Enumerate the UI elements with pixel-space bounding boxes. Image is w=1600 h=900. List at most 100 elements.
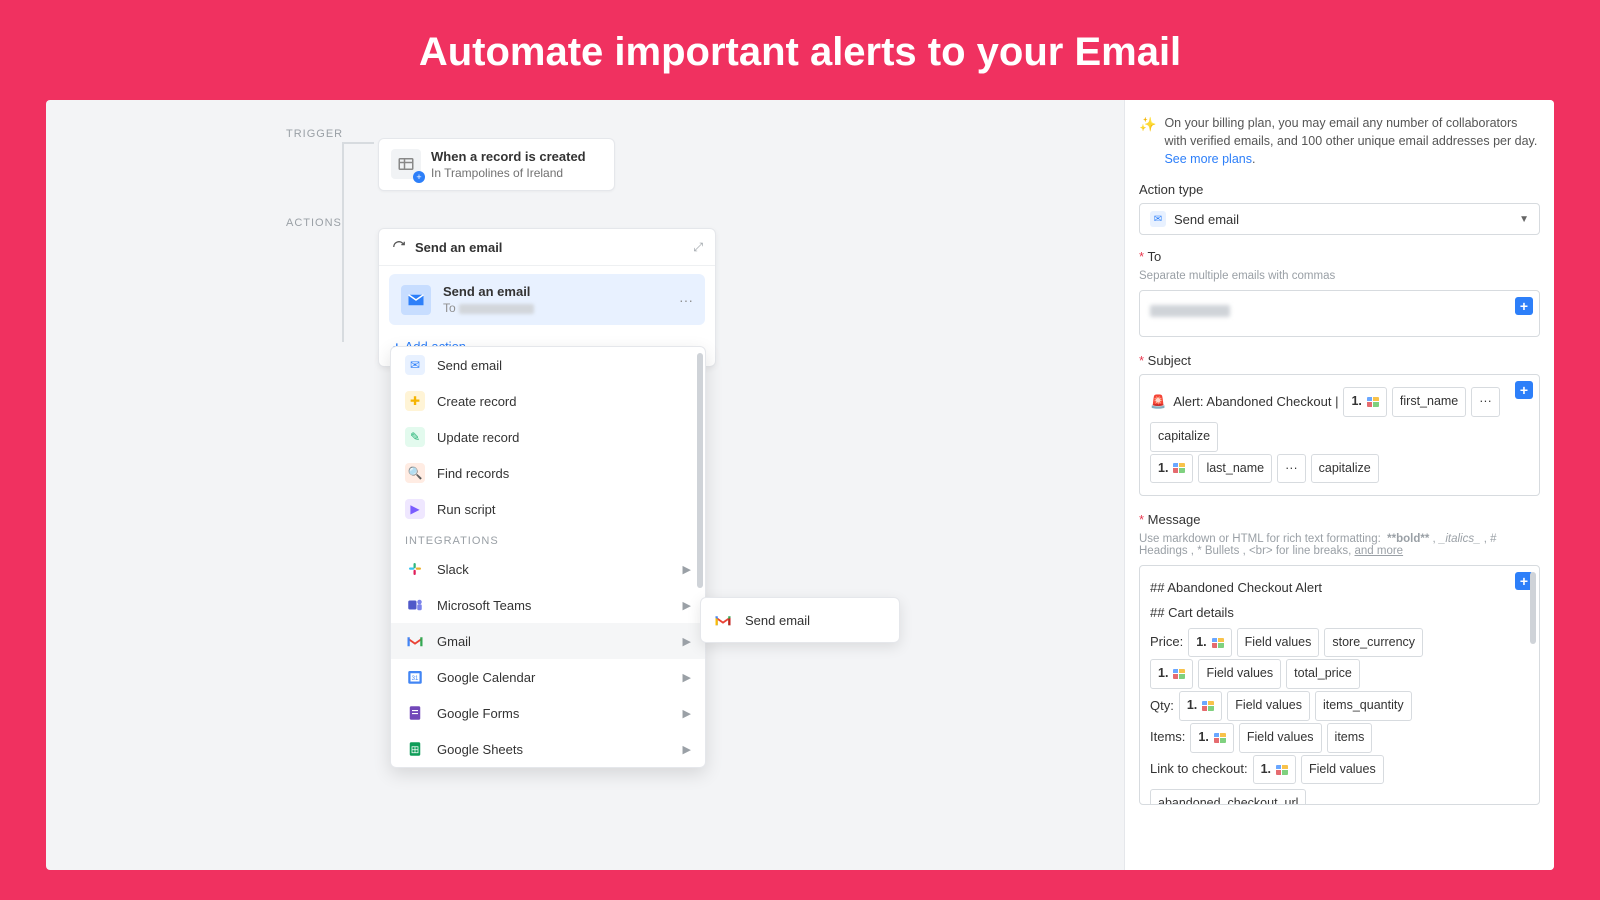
- message-hint: Use markdown or HTML for rich text forma…: [1139, 533, 1540, 557]
- token[interactable]: total_price: [1286, 659, 1360, 689]
- chevron-right-icon: ▶: [683, 671, 691, 684]
- redacted-email: [459, 304, 534, 314]
- token[interactable]: 1.: [1343, 387, 1386, 417]
- action-option-send-email[interactable]: ✉Send email: [391, 347, 705, 383]
- token[interactable]: ···: [1471, 387, 1500, 417]
- caret-down-icon: ▼: [1519, 214, 1529, 225]
- hero-title: Automate important alerts to your Email: [0, 0, 1600, 100]
- token[interactable]: 1.: [1150, 454, 1193, 484]
- action-step-to-prefix: To: [443, 301, 456, 315]
- grid-icon: [1367, 397, 1379, 407]
- subject-input[interactable]: + 🚨 Alert: Abandoned Checkout | 1. first…: [1139, 374, 1540, 496]
- gmail-submenu: Send email: [700, 597, 900, 643]
- action-option-create-record[interactable]: ✚Create record: [391, 383, 705, 419]
- token[interactable]: Field values: [1227, 691, 1310, 721]
- actions-section-label: ACTIONS: [286, 217, 342, 229]
- msg-label: Link to checkout:: [1150, 757, 1248, 782]
- to-hint: Separate multiple emails with commas: [1139, 270, 1540, 282]
- gforms-icon: [405, 703, 425, 723]
- action-option-run-script[interactable]: ▶Run script: [391, 491, 705, 527]
- trigger-title: When a record is created: [431, 149, 586, 164]
- token[interactable]: capitalize: [1311, 454, 1379, 484]
- token[interactable]: Field values: [1198, 659, 1281, 689]
- svg-text:31: 31: [412, 676, 419, 682]
- token[interactable]: abandoned_checkout_url: [1150, 789, 1306, 805]
- action-step[interactable]: Send an email To ···: [389, 274, 705, 325]
- msg-label: Items:: [1150, 725, 1185, 750]
- slack-icon: [405, 559, 425, 579]
- integration-slack[interactable]: Slack▶: [391, 551, 705, 587]
- plus-chip-icon: +: [413, 171, 425, 183]
- run-script-icon: ▶: [405, 499, 425, 519]
- gmail-icon: [405, 631, 425, 651]
- integration-teams[interactable]: Microsoft Teams▶: [391, 587, 705, 623]
- token[interactable]: Field values: [1237, 628, 1320, 658]
- token[interactable]: ···: [1277, 454, 1306, 484]
- token[interactable]: last_name: [1198, 454, 1272, 484]
- token[interactable]: 1.: [1150, 659, 1193, 689]
- trigger-card[interactable]: + When a record is created In Trampoline…: [378, 138, 615, 191]
- msg-label: Qty:: [1150, 694, 1174, 719]
- integration-gcal[interactable]: 31Google Calendar▶: [391, 659, 705, 695]
- submenu-send-email[interactable]: Send email: [701, 604, 899, 636]
- action-type-label: Action type: [1139, 182, 1540, 197]
- token[interactable]: first_name: [1392, 387, 1466, 417]
- add-token-button[interactable]: +: [1515, 297, 1533, 315]
- action-step-menu[interactable]: ···: [679, 292, 693, 308]
- token[interactable]: Field values: [1239, 723, 1322, 753]
- connector-line: [342, 142, 378, 342]
- chevron-right-icon: ▶: [683, 707, 691, 720]
- integration-gsheets[interactable]: Google Sheets▶: [391, 731, 705, 767]
- subject-static-text: Alert: Abandoned Checkout |: [1173, 390, 1338, 415]
- automation-canvas: TRIGGER ACTIONS + When a record is creat…: [46, 100, 1124, 870]
- token[interactable]: 1.: [1188, 628, 1231, 658]
- teams-icon: [405, 595, 425, 615]
- create-record-icon: ✚: [405, 391, 425, 411]
- send-email-icon: ✉: [405, 355, 425, 375]
- integration-gmail[interactable]: Gmail▶: [391, 623, 705, 659]
- table-icon: +: [391, 149, 421, 179]
- token[interactable]: Field values: [1301, 755, 1384, 785]
- dropdown-scrollbar[interactable]: [697, 353, 703, 588]
- find-records-icon: 🔍: [405, 463, 425, 483]
- refresh-icon: [391, 239, 407, 255]
- trigger-section-label: TRIGGER: [286, 128, 343, 140]
- action-option-update-record[interactable]: ✎Update record: [391, 419, 705, 455]
- gmail-icon: [713, 610, 733, 630]
- token[interactable]: store_currency: [1324, 628, 1423, 658]
- collapse-icon[interactable]: ⤢: [693, 240, 703, 255]
- action-type-select[interactable]: ✉ Send email ▼: [1139, 203, 1540, 235]
- add-token-button[interactable]: +: [1515, 381, 1533, 399]
- message-input[interactable]: + ## Abandoned Checkout Alert ## Cart de…: [1139, 565, 1540, 805]
- token[interactable]: items_quantity: [1315, 691, 1412, 721]
- token[interactable]: 1.: [1179, 691, 1222, 721]
- chevron-right-icon: ▶: [683, 563, 691, 576]
- subject-label: Subject: [1139, 353, 1540, 368]
- redacted-recipient: [1150, 305, 1230, 317]
- action-option-find-records[interactable]: 🔍Find records: [391, 455, 705, 491]
- message-scrollbar[interactable]: [1530, 572, 1536, 644]
- action-panel-title: Send an email: [415, 240, 693, 255]
- mail-icon: [401, 285, 431, 315]
- to-input[interactable]: +: [1139, 290, 1540, 337]
- chevron-right-icon: ▶: [683, 743, 691, 756]
- update-record-icon: ✎: [405, 427, 425, 447]
- token[interactable]: capitalize: [1150, 422, 1218, 452]
- chevron-right-icon: ▶: [683, 635, 691, 648]
- message-label: Message: [1139, 512, 1540, 527]
- msg-line: ## Abandoned Checkout Alert: [1150, 576, 1529, 601]
- msg-label: Price:: [1150, 630, 1183, 655]
- token[interactable]: 1.: [1253, 755, 1296, 785]
- trigger-subtitle: In Trampolines of Ireland: [431, 166, 586, 180]
- token[interactable]: 1.: [1190, 723, 1233, 753]
- integration-gforms[interactable]: Google Forms▶: [391, 695, 705, 731]
- token[interactable]: items: [1327, 723, 1373, 753]
- mail-icon: ✉: [1150, 211, 1166, 227]
- see-more-plans-link[interactable]: See more plans: [1164, 152, 1252, 166]
- plan-notice: ✨ On your billing plan, you may email an…: [1139, 114, 1540, 168]
- action-step-title: Send an email: [443, 284, 534, 299]
- msg-line: ## Cart details: [1150, 601, 1529, 626]
- gcal-icon: 31: [405, 667, 425, 687]
- config-panel: ✨ On your billing plan, you may email an…: [1124, 100, 1554, 870]
- gsheets-icon: [405, 739, 425, 759]
